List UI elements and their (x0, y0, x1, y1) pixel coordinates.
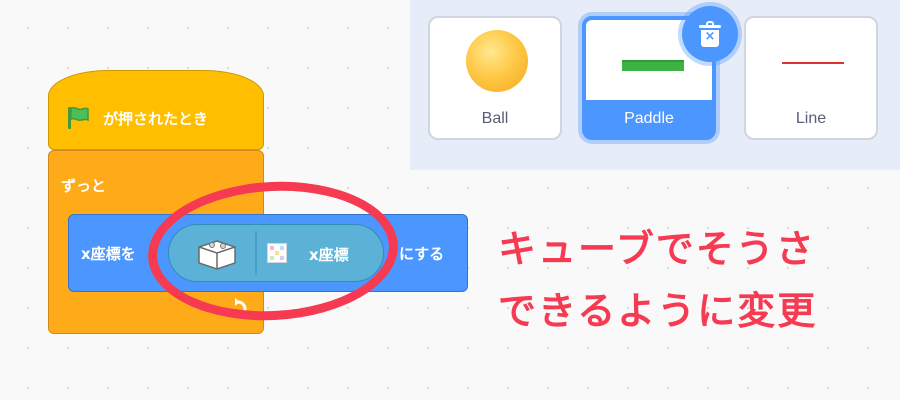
paddle-bar-image (622, 60, 684, 71)
sprite-name: Ball (481, 110, 509, 127)
set-x-label-suffix: にする (399, 245, 445, 263)
green-flag-icon (68, 106, 89, 129)
sprite-tile-line[interactable]: Line (744, 16, 878, 140)
trash-icon: × (699, 21, 721, 47)
annotation-line-1: キューブでそうさ (498, 227, 816, 271)
set-x-label-prefix: x座標を (81, 245, 136, 263)
hat-block-label: が押されたとき (103, 109, 209, 128)
sprite-name: Line (795, 110, 827, 127)
annotation-line-2: できるように変更 (498, 289, 818, 333)
when-flag-clicked-block[interactable]: が押されたとき (48, 70, 264, 150)
sprite-tile-ball[interactable]: Ball (428, 16, 562, 140)
ball-thumbnail (466, 30, 528, 92)
forever-label: ずっと (61, 177, 107, 195)
annotation-text: キューブでそうさ できるように変更 (498, 218, 888, 342)
delete-sprite-button[interactable]: × (682, 6, 738, 62)
sprite-panel: Ball Paddle Line (410, 0, 900, 170)
sprite-name: Paddle (624, 110, 674, 127)
line-thumbnail (782, 62, 844, 64)
